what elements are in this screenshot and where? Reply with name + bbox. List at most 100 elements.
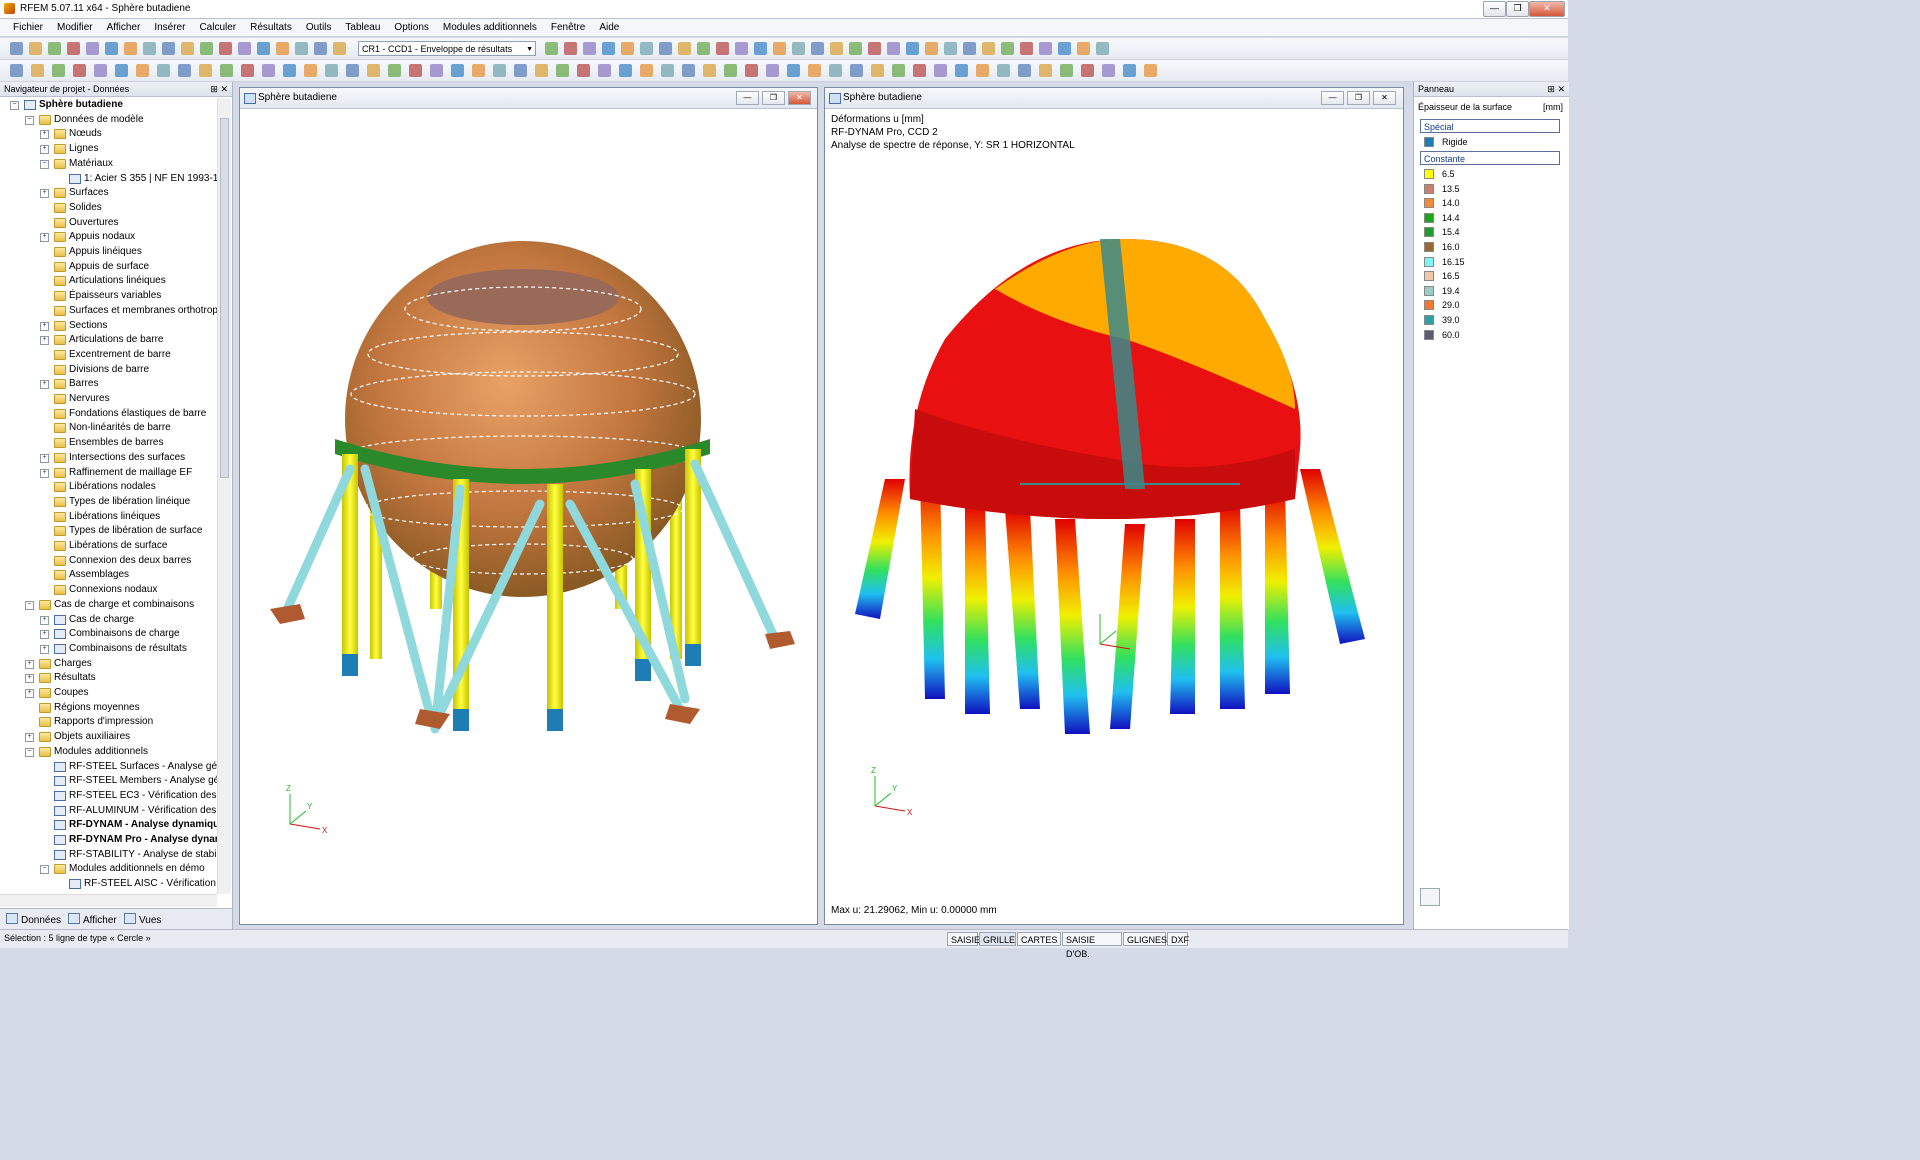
- toolbar-tool-icon[interactable]: [545, 42, 558, 55]
- toolbar-tool-icon[interactable]: [997, 64, 1010, 77]
- toolbar-tool-icon[interactable]: [451, 64, 464, 77]
- menu-item-6[interactable]: Outils: [299, 22, 339, 33]
- toolbar-tool-icon[interactable]: [944, 42, 957, 55]
- toolbar-tool-icon[interactable]: [766, 64, 779, 77]
- toolbar-tool-icon[interactable]: [241, 64, 254, 77]
- viewport-close-button[interactable]: ✕: [788, 91, 811, 105]
- toolbar-tool-icon[interactable]: [219, 42, 232, 55]
- collapse-icon[interactable]: −: [25, 115, 34, 125]
- status-toggle-button[interactable]: DXF: [1167, 932, 1189, 946]
- toolbar-tool-icon[interactable]: [934, 64, 947, 77]
- toolbar-tool-icon[interactable]: [716, 42, 729, 55]
- toolbar-tool-icon[interactable]: [238, 42, 251, 55]
- toolbar-tool-icon[interactable]: [178, 64, 191, 77]
- toolbar-tool-icon[interactable]: [333, 42, 346, 55]
- toolbar-tool-icon[interactable]: [1144, 64, 1157, 77]
- pin-icon[interactable]: ⊞ ✕: [1547, 82, 1565, 96]
- toolbar-tool-icon[interactable]: [143, 42, 156, 55]
- toolbar-tool-icon[interactable]: [976, 64, 989, 77]
- expand-icon[interactable]: +: [40, 468, 49, 478]
- expand-icon[interactable]: +: [40, 615, 49, 625]
- collapse-icon[interactable]: −: [25, 747, 34, 757]
- expand-icon[interactable]: +: [25, 674, 34, 684]
- toolbar-tool-icon[interactable]: [1102, 64, 1115, 77]
- toolbar-tool-icon[interactable]: [982, 42, 995, 55]
- toolbar-tool-icon[interactable]: [640, 42, 653, 55]
- toolbar-tool-icon[interactable]: [346, 64, 359, 77]
- toolbar-tool-icon[interactable]: [1060, 64, 1073, 77]
- toolbar-tool-icon[interactable]: [871, 64, 884, 77]
- toolbar-tool-icon[interactable]: [619, 64, 632, 77]
- toolbar-tool-icon[interactable]: [829, 64, 842, 77]
- toolbar-tool-icon[interactable]: [295, 42, 308, 55]
- menu-item-4[interactable]: Calculer: [192, 22, 243, 33]
- toolbar-tool-icon[interactable]: [1058, 42, 1071, 55]
- close-button[interactable]: ✕: [1529, 1, 1565, 17]
- minimize-button[interactable]: —: [1483, 1, 1506, 17]
- status-toggle-button[interactable]: GLIGNES: [1123, 932, 1167, 946]
- toolbar-tool-icon[interactable]: [67, 42, 80, 55]
- toolbar-tool-icon[interactable]: [868, 42, 881, 55]
- toolbar-tool-icon[interactable]: [697, 42, 710, 55]
- toolbar-tool-icon[interactable]: [157, 64, 170, 77]
- viewport-close-button[interactable]: ✕: [1373, 91, 1396, 105]
- toolbar-tool-icon[interactable]: [162, 42, 175, 55]
- viewport-results[interactable]: Sphère butadiene — ❐ ✕ Déformations u [m…: [824, 87, 1404, 925]
- toolbar-tool-icon[interactable]: [94, 64, 107, 77]
- toolbar-tool-icon[interactable]: [850, 64, 863, 77]
- toolbar-tool-icon[interactable]: [124, 42, 137, 55]
- toolbar-tool-icon[interactable]: [773, 42, 786, 55]
- toolbar-tool-icon[interactable]: [283, 64, 296, 77]
- toolbar-tool-icon[interactable]: [1018, 64, 1031, 77]
- maximize-button[interactable]: ❐: [1506, 1, 1529, 17]
- menu-item-9[interactable]: Modules additionnels: [436, 22, 544, 33]
- toolbar-tool-icon[interactable]: [955, 64, 968, 77]
- expand-icon[interactable]: +: [40, 189, 49, 199]
- toolbar-tool-icon[interactable]: [29, 42, 42, 55]
- toolbar-tool-icon[interactable]: [181, 42, 194, 55]
- toolbar-tool-icon[interactable]: [52, 64, 65, 77]
- toolbar-tool-icon[interactable]: [913, 64, 926, 77]
- toolbar-tool-icon[interactable]: [220, 64, 233, 77]
- toolbar-tool-icon[interactable]: [1081, 64, 1094, 77]
- toolbar-tool-icon[interactable]: [262, 64, 275, 77]
- menu-item-1[interactable]: Modifier: [50, 22, 100, 33]
- viewport-minimize-button[interactable]: —: [736, 91, 759, 105]
- toolbar-tool-icon[interactable]: [535, 64, 548, 77]
- toolbar-tool-icon[interactable]: [661, 64, 674, 77]
- loadcase-combo[interactable]: CR1 - CCD1 - Enveloppe de résultats ▼: [358, 41, 536, 56]
- menu-item-11[interactable]: Aide: [592, 22, 626, 33]
- collapse-icon[interactable]: −: [25, 600, 34, 610]
- toolbar-tool-icon[interactable]: [754, 42, 767, 55]
- toolbar-tool-icon[interactable]: [73, 64, 86, 77]
- toolbar-tool-icon[interactable]: [10, 42, 23, 55]
- toolbar-tool-icon[interactable]: [115, 64, 128, 77]
- toolbar-tool-icon[interactable]: [472, 64, 485, 77]
- toolbar-tool-icon[interactable]: [887, 42, 900, 55]
- toolbar-tool-icon[interactable]: [735, 42, 748, 55]
- toolbar-tool-icon[interactable]: [430, 64, 443, 77]
- toolbar-tool-icon[interactable]: [811, 42, 824, 55]
- toolbar-tool-icon[interactable]: [830, 42, 843, 55]
- expand-icon[interactable]: +: [40, 644, 49, 654]
- toolbar-tool-icon[interactable]: [602, 42, 615, 55]
- toolbar-tool-icon[interactable]: [925, 42, 938, 55]
- toolbar-tool-icon[interactable]: [963, 42, 976, 55]
- toolbar-tool-icon[interactable]: [583, 42, 596, 55]
- navigator-vertical-scrollbar[interactable]: [217, 98, 231, 894]
- expand-icon[interactable]: +: [40, 336, 49, 346]
- panel-settings-button[interactable]: [1420, 888, 1440, 906]
- toolbar-tool-icon[interactable]: [598, 64, 611, 77]
- toolbar-tool-icon[interactable]: [10, 64, 23, 77]
- toolbar-tool-icon[interactable]: [808, 64, 821, 77]
- constant-header[interactable]: Constante: [1420, 151, 1560, 165]
- toolbar-tool-icon[interactable]: [1123, 64, 1136, 77]
- toolbar-tool-icon[interactable]: [257, 42, 270, 55]
- expand-icon[interactable]: +: [25, 659, 34, 669]
- expand-icon[interactable]: +: [25, 689, 34, 698]
- toolbar-tool-icon[interactable]: [48, 42, 61, 55]
- status-toggle-button[interactable]: SAISIE: [947, 932, 980, 946]
- toolbar-tool-icon[interactable]: [792, 42, 805, 55]
- menu-item-2[interactable]: Afficher: [100, 22, 148, 33]
- expand-icon[interactable]: +: [25, 733, 34, 743]
